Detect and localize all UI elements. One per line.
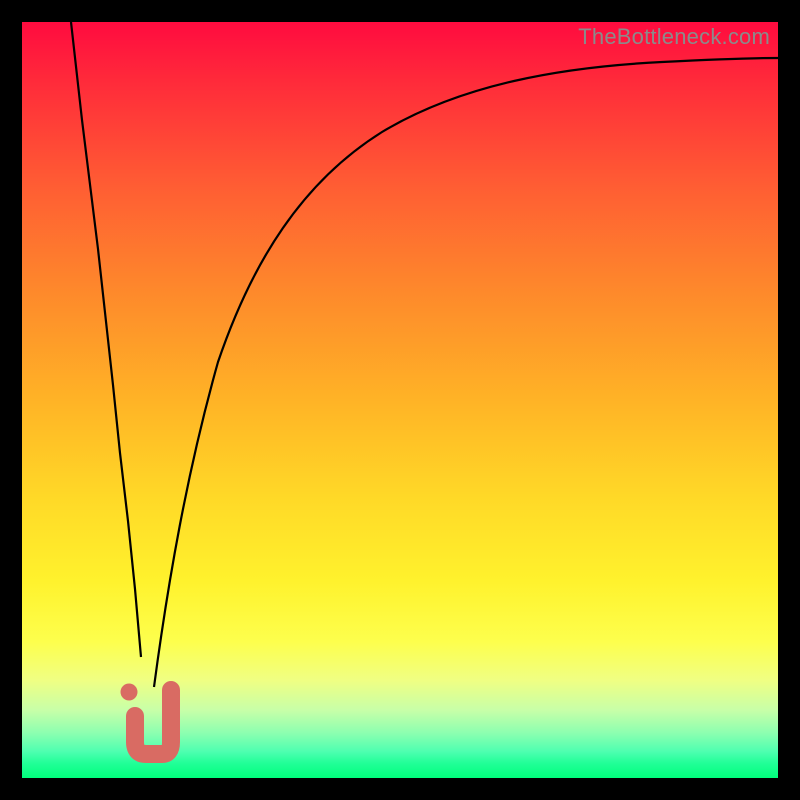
accent-marker-j: [135, 690, 171, 754]
outer-frame: TheBottleneck.com: [0, 0, 800, 800]
chart-svg: [22, 22, 778, 778]
curve-right-branch: [154, 58, 778, 687]
accent-marker-dot: [121, 684, 138, 701]
plot-area: TheBottleneck.com: [22, 22, 778, 778]
curve-left-branch: [71, 22, 141, 657]
